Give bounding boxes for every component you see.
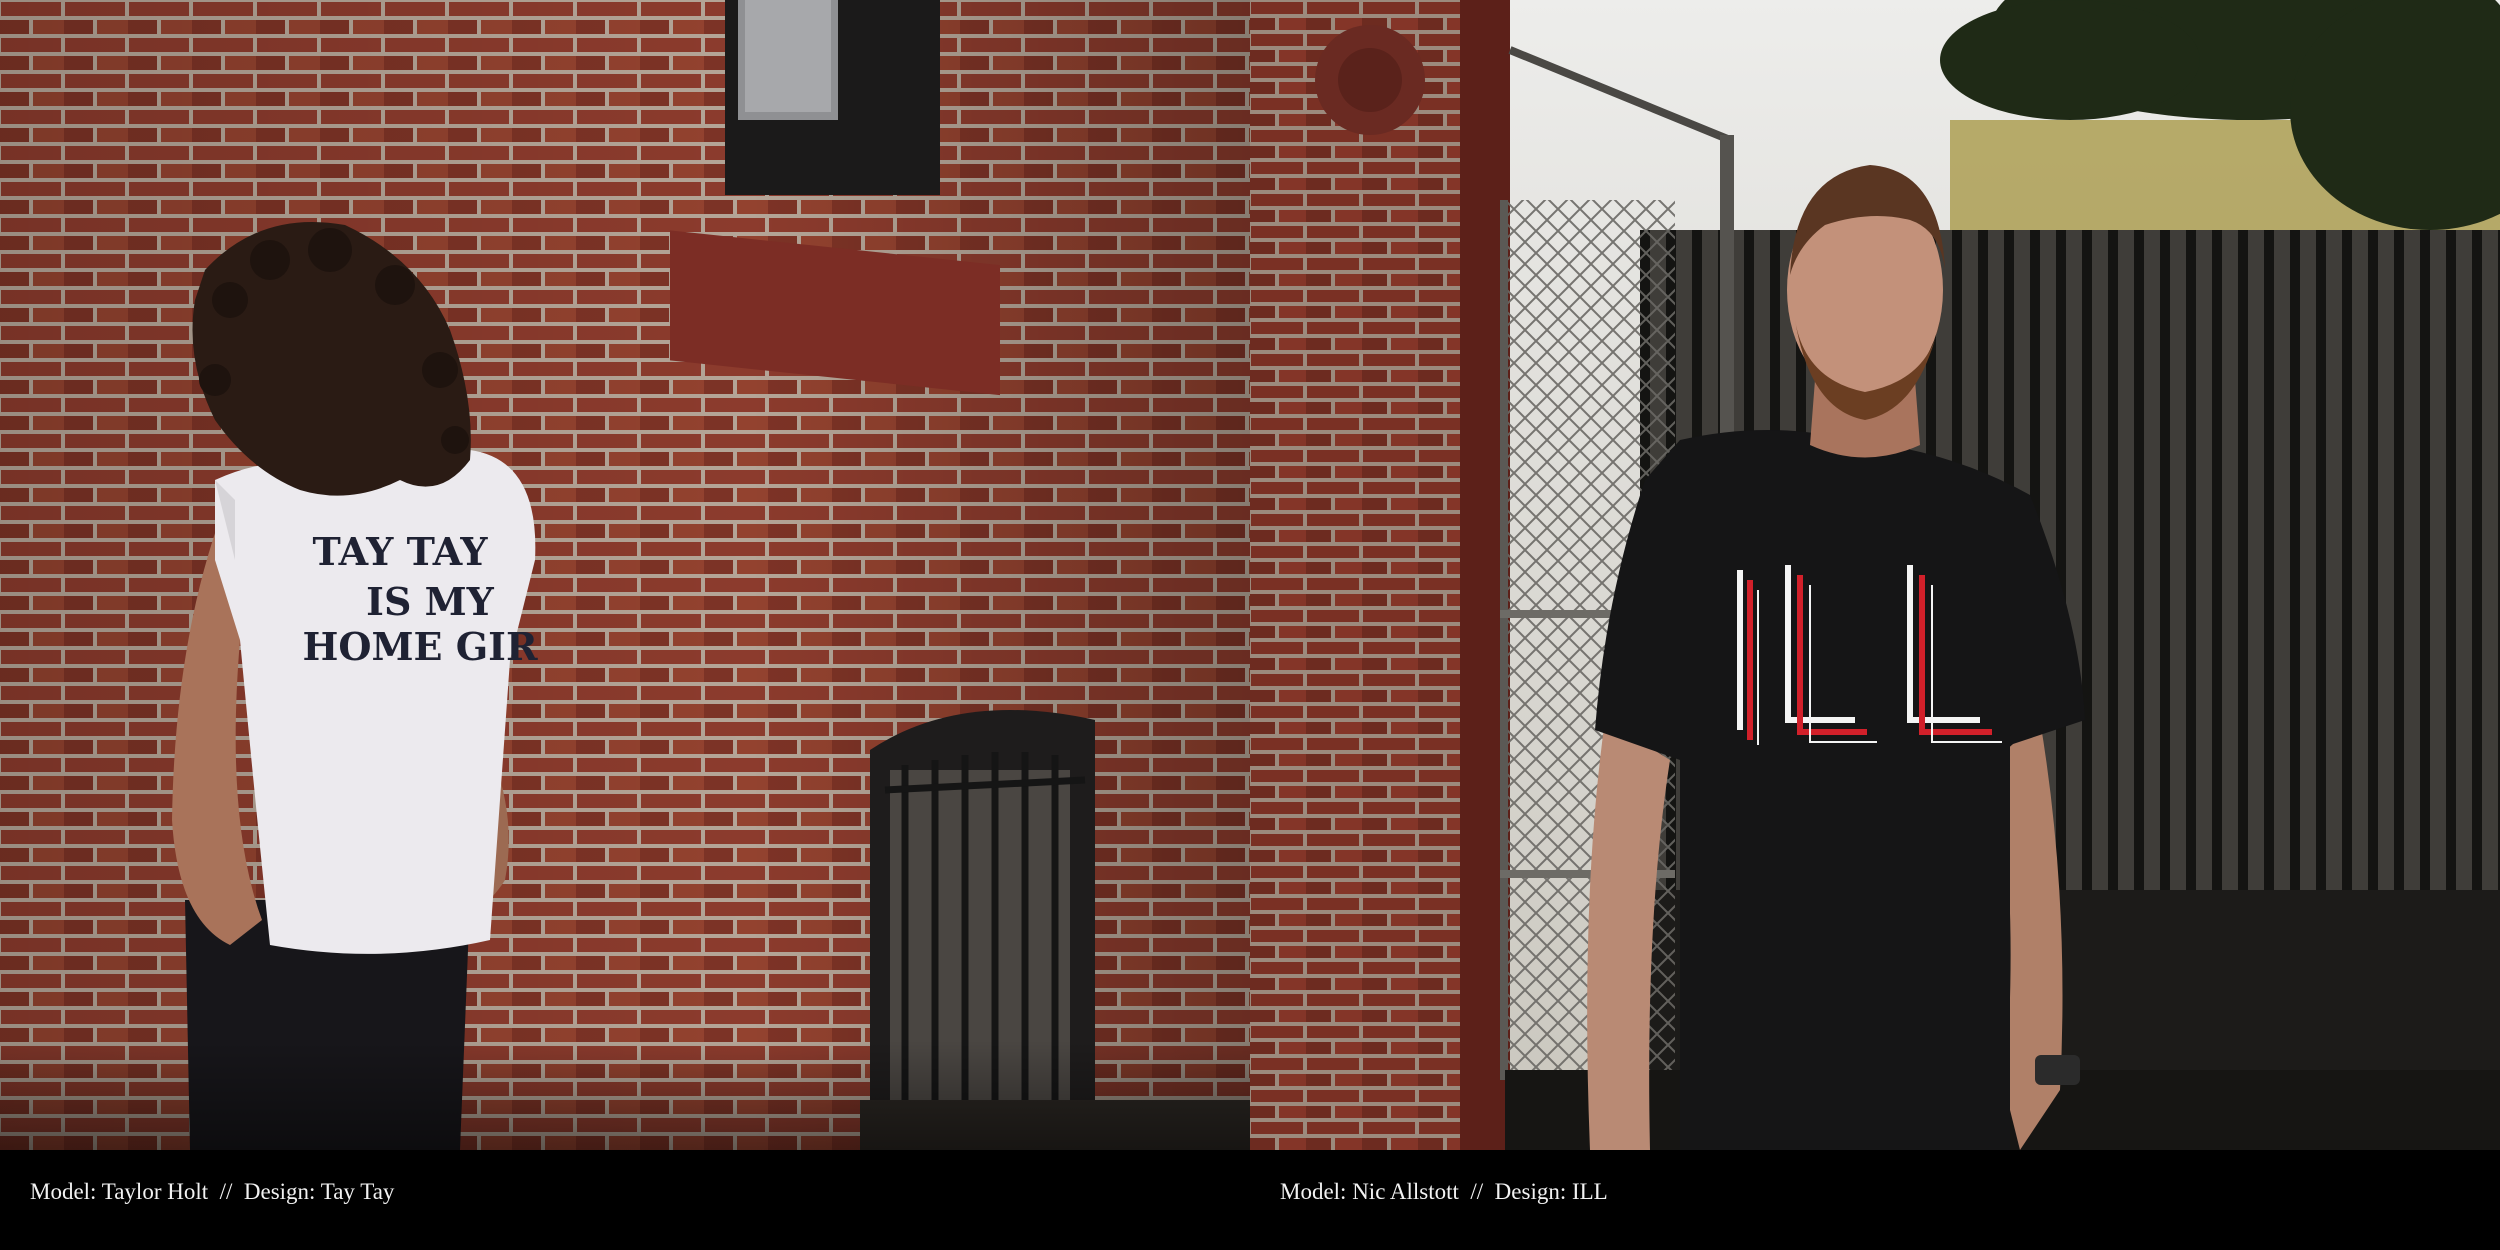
- photo-right-scene: [1250, 0, 2500, 1150]
- shirt-print-line-3: HOME GIR: [302, 624, 537, 669]
- photo-right: [1250, 0, 2500, 1150]
- brick-pillar: [1250, 0, 1510, 1150]
- photo-left-scene: TAY TAY IS MY HOME GIR: [0, 0, 1250, 1150]
- wristwatch: [2035, 1055, 2080, 1085]
- shirt-print-line-1: TAY TAY: [312, 529, 488, 574]
- caption-left: Model: Taylor Holt // Design: Tay Tay: [30, 1179, 395, 1204]
- shirt-print-line-2: IS MY: [366, 579, 495, 624]
- caption-bar: Model: Taylor Holt // Design: Tay Tay Mo…: [0, 1150, 2500, 1250]
- caption-right: Model: Nic Allstott // Design: ILL: [1280, 1179, 1608, 1204]
- photo-left: TAY TAY IS MY HOME GIR: [0, 0, 1250, 1150]
